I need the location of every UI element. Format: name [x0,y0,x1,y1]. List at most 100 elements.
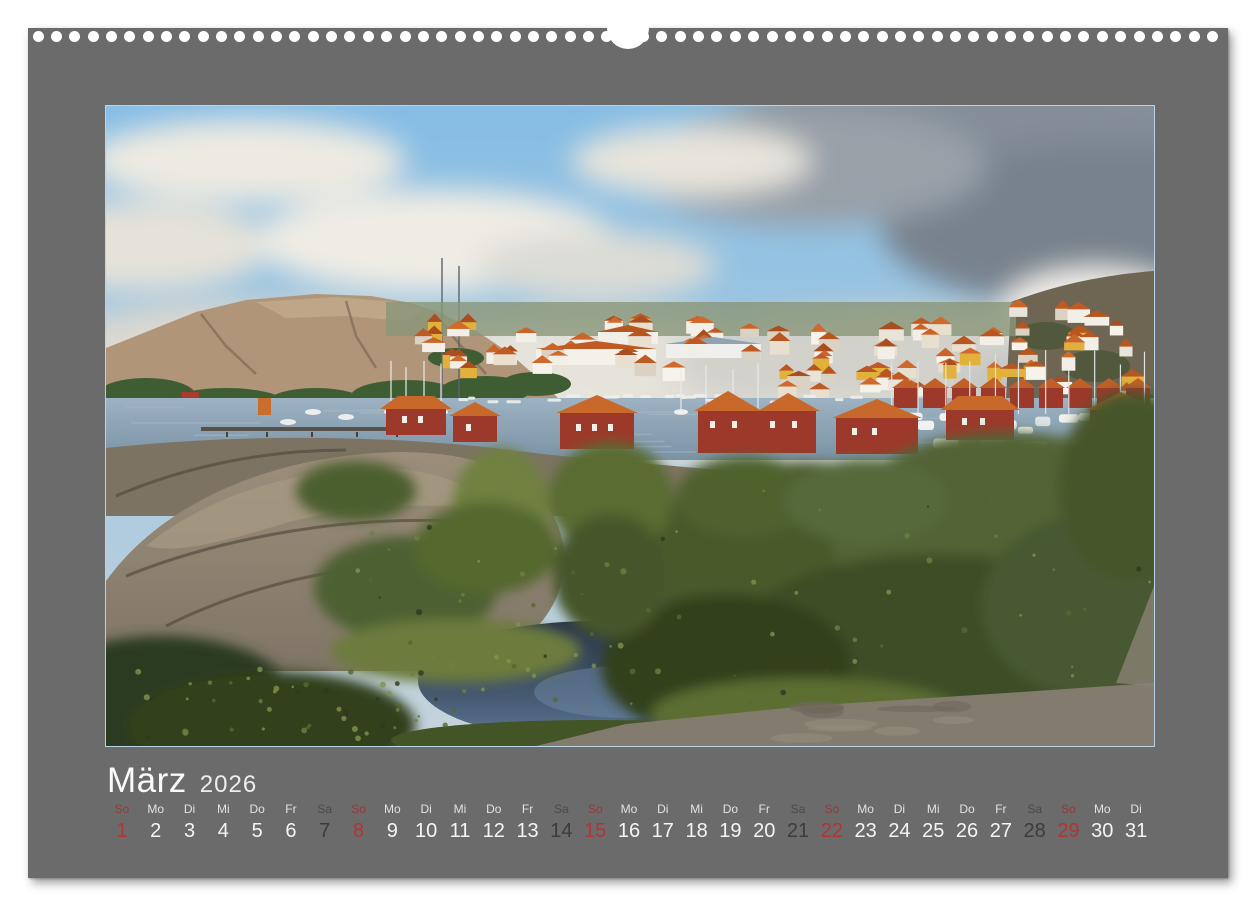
weekday-label: Fr [285,802,296,820]
weekday-label: Mo [147,802,164,820]
weekday-label: Di [1130,802,1141,820]
day-number: 11 [450,820,471,842]
weekday-label: Fr [522,802,533,820]
binding-hole [1005,31,1016,42]
binding-hole [1042,31,1053,42]
binding-hole [877,31,888,42]
weekday-label: Do [486,802,501,820]
day-cell: Mi18 [680,802,714,842]
binding-holes [28,28,1228,48]
day-cell: Fr6 [274,802,308,842]
calendar-page: März 2026 So1Mo2Di3Mi4Do5Fr6Sa7So8Mo9Di1… [28,28,1228,878]
day-cell: Do19 [714,802,748,842]
day-number: 15 [584,820,606,842]
day-number: 12 [483,820,505,842]
weekday-label: So [588,802,603,820]
weekday-label: Di [420,802,431,820]
binding-hole [950,31,961,42]
weekday-label: Sa [1027,802,1042,820]
day-cell: Sa28 [1018,802,1052,842]
day-number: 4 [218,820,229,842]
day-number: 19 [719,820,741,842]
day-cell: Mo30 [1085,802,1119,842]
weekday-label: Di [184,802,195,820]
binding-hole [69,31,80,42]
day-number: 27 [990,820,1012,842]
day-number: 24 [888,820,910,842]
binding-hole [1078,31,1089,42]
binding-hole [785,31,796,42]
day-cell: Do5 [240,802,274,842]
weekday-label: Mo [857,802,874,820]
day-number: 21 [787,820,809,842]
day-number: 18 [685,820,707,842]
binding-hole [33,31,44,42]
day-cell: Sa14 [544,802,578,842]
binding-hole [546,31,557,42]
binding-hole [913,31,924,42]
weekday-label: Do [249,802,264,820]
binding-hole [675,31,686,42]
binding-hole [363,31,374,42]
binding-hole [730,31,741,42]
weekday-label: Mi [454,802,467,820]
day-number: 28 [1024,820,1046,842]
day-cell: Mi4 [206,802,240,842]
day-cell: Mi11 [443,802,477,842]
day-number: 13 [516,820,538,842]
day-cell: Mi25 [916,802,950,842]
day-number: 30 [1091,820,1113,842]
day-cell: Di10 [409,802,443,842]
day-number: 23 [855,820,877,842]
weekday-label: Sa [791,802,806,820]
day-cell: Di17 [646,802,680,842]
weekday-label: Mo [1094,802,1111,820]
binding-hole [473,31,484,42]
binding-hole [124,31,135,42]
binding-hole [161,31,172,42]
day-number: 26 [956,820,978,842]
day-number: 17 [652,820,674,842]
day-cell: Di24 [883,802,917,842]
hanger-notch-icon [607,7,649,49]
day-cell: Sa21 [781,802,815,842]
binding-hole [767,31,778,42]
binding-hole [1134,31,1145,42]
day-number: 2 [150,820,161,842]
binding-hole [106,31,117,42]
binding-hole [1170,31,1181,42]
binding-hole [1060,31,1071,42]
day-number: 29 [1057,820,1079,842]
calendar-photo [105,105,1155,747]
binding-hole [143,31,154,42]
weekday-label: Mo [384,802,401,820]
day-cell: Mo16 [612,802,646,842]
binding-hole [216,31,227,42]
weekday-label: Do [959,802,974,820]
binding-hole [400,31,411,42]
binding-hole [711,31,722,42]
day-cell: Do12 [477,802,511,842]
weekday-label: Mi [217,802,230,820]
binding-hole [455,31,466,42]
binding-hole [418,31,429,42]
binding-hole [932,31,943,42]
binding-hole [1152,31,1163,42]
binding-hole [88,31,99,42]
day-cell: Sa7 [308,802,342,842]
day-number: 5 [252,820,263,842]
day-cell: So1 [105,802,139,842]
binding-hole [1023,31,1034,42]
binding-hole [565,31,576,42]
day-cell: So22 [815,802,849,842]
day-number: 1 [116,820,127,842]
day-cell: Mo23 [849,802,883,842]
binding-hole [253,31,264,42]
day-cell: Di31 [1119,802,1153,842]
day-number: 8 [353,820,364,842]
day-cell: Do26 [950,802,984,842]
binding-hole [656,31,667,42]
binding-hole [822,31,833,42]
binding-hole [381,31,392,42]
day-cell: Mo2 [139,802,173,842]
